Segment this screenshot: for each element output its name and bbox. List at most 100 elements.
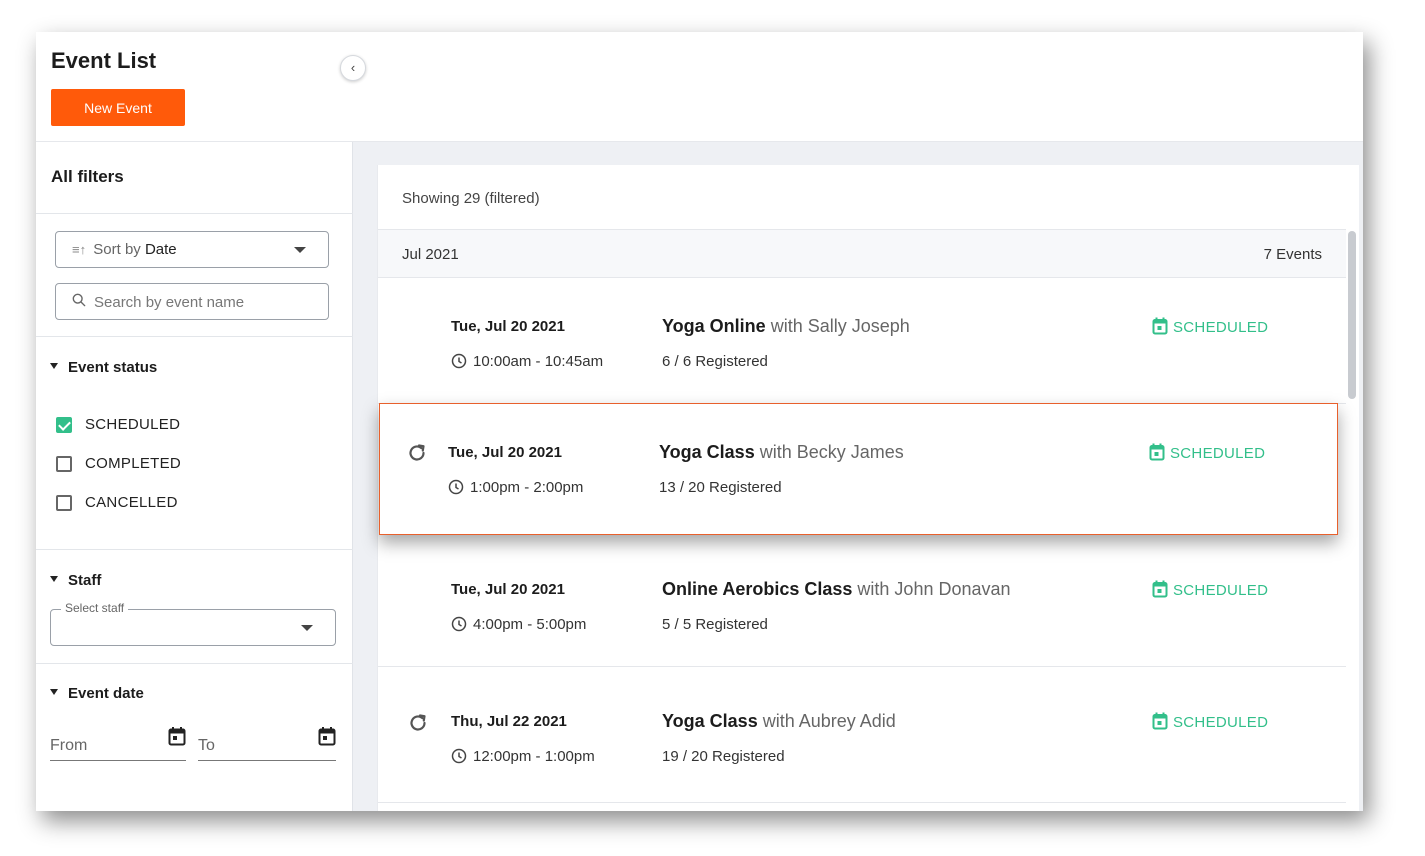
event-title-text: Yoga Class bbox=[659, 442, 755, 462]
event-title[interactable]: Yoga Class with Becky James bbox=[659, 442, 904, 463]
page-header: Event List New Event bbox=[36, 32, 1363, 142]
filters-sidebar: All filters ≡↑ Sort by Date Event status… bbox=[36, 142, 353, 811]
checkbox-unchecked-icon[interactable] bbox=[56, 495, 72, 511]
status-text: SCHEDULED bbox=[1170, 445, 1266, 462]
event-title[interactable]: Online Aerobics Class with John Donavan bbox=[662, 579, 1011, 600]
staff-toggle[interactable]: Staff bbox=[50, 572, 101, 589]
event-title-text: Yoga Online bbox=[662, 316, 766, 336]
event-date: Thu, Jul 22 2021 bbox=[451, 713, 567, 730]
event-time-text: 4:00pm - 5:00pm bbox=[473, 616, 587, 633]
date-from-placeholder: From bbox=[50, 737, 88, 754]
calendar-icon[interactable] bbox=[168, 726, 186, 746]
event-registered: 6 / 6 Registered bbox=[662, 353, 768, 370]
chevron-down-icon bbox=[294, 247, 306, 253]
repeat-icon bbox=[410, 714, 426, 731]
event-registered: 19 / 20 Registered bbox=[662, 748, 785, 765]
app-window: Event List New Event All filters ≡↑ Sort… bbox=[36, 32, 1363, 811]
event-instructor: with John Donavan bbox=[857, 579, 1011, 599]
calendar-icon bbox=[1149, 443, 1165, 461]
status-badge: SCHEDULED bbox=[1149, 443, 1265, 462]
status-badge: SCHEDULED bbox=[1152, 712, 1268, 731]
staff-select-legend: Select staff bbox=[61, 601, 129, 615]
event-title[interactable]: Yoga Class with Aubrey Adid bbox=[662, 711, 896, 732]
staff-label: Staff bbox=[68, 572, 102, 589]
divider bbox=[36, 549, 353, 550]
sort-select[interactable]: ≡↑ Sort by Date bbox=[55, 231, 329, 268]
event-registered: 13 / 20 Registered bbox=[659, 479, 782, 496]
filters-title: All filters bbox=[51, 167, 124, 186]
clock-icon bbox=[448, 479, 464, 495]
chevron-down-icon bbox=[301, 625, 313, 631]
date-to-placeholder: To bbox=[198, 737, 215, 754]
event-title-text: Yoga Class bbox=[662, 711, 758, 731]
date-to-input[interactable]: To bbox=[198, 727, 336, 761]
status-text: SCHEDULED bbox=[1173, 582, 1269, 599]
status-text: SCHEDULED bbox=[1173, 319, 1269, 336]
event-status-toggle[interactable]: Event status bbox=[50, 359, 157, 376]
scrollbar-thumb[interactable] bbox=[1348, 231, 1356, 399]
event-time: 10:00am - 10:45am bbox=[451, 353, 603, 370]
clock-icon bbox=[451, 616, 467, 632]
calendar-icon bbox=[1152, 317, 1168, 335]
calendar-icon bbox=[1152, 712, 1168, 730]
checkbox-unchecked-icon[interactable] bbox=[56, 456, 72, 472]
event-row-highlighted[interactable]: Tue, Jul 20 2021 1:00pm - 2:00pm Yoga Cl… bbox=[379, 403, 1338, 535]
status-badge: SCHEDULED bbox=[1152, 317, 1268, 336]
date-from-input[interactable]: From bbox=[50, 727, 186, 761]
event-time-text: 10:00am - 10:45am bbox=[473, 353, 604, 370]
calendar-icon[interactable] bbox=[318, 726, 336, 746]
calendar-icon bbox=[1152, 580, 1168, 598]
month-event-count: 7 Events bbox=[1263, 246, 1322, 263]
event-date: Tue, Jul 20 2021 bbox=[448, 444, 562, 461]
event-instructor: with Sally Joseph bbox=[770, 316, 910, 336]
event-registered: 5 / 5 Registered bbox=[662, 616, 768, 633]
staff-select[interactable]: Select staff bbox=[50, 601, 336, 646]
event-time: 12:00pm - 1:00pm bbox=[451, 748, 595, 765]
caret-down-icon bbox=[50, 689, 58, 696]
event-instructor: with Aubrey Adid bbox=[762, 711, 896, 731]
chevron-left-icon: ‹ bbox=[350, 60, 356, 75]
sort-icon: ≡↑ bbox=[72, 242, 87, 257]
checkbox-checked-icon[interactable] bbox=[56, 417, 72, 433]
caret-down-icon bbox=[50, 363, 58, 370]
event-time-text: 12:00pm - 1:00pm bbox=[473, 748, 595, 765]
event-date-toggle[interactable]: Event date bbox=[50, 685, 144, 702]
status-option-label: CANCELLED bbox=[85, 494, 178, 511]
event-row[interactable]: Tue, Jul 20 2021 10:00am - 10:45am Yoga … bbox=[378, 278, 1346, 404]
event-row[interactable]: Tue, Jul 20 2021 4:00pm - 5:00pm Online … bbox=[378, 541, 1346, 667]
event-time: 1:00pm - 2:00pm bbox=[448, 479, 583, 496]
divider bbox=[36, 663, 353, 664]
divider bbox=[36, 213, 353, 214]
event-row[interactable]: Thu, Jul 22 2021 12:00pm - 1:00pm Yoga C… bbox=[378, 673, 1346, 803]
clock-icon bbox=[451, 748, 467, 764]
status-text: SCHEDULED bbox=[1173, 714, 1269, 731]
event-date-label: Event date bbox=[68, 685, 144, 702]
results-count: Showing 29 (filtered) bbox=[402, 190, 540, 207]
search-icon bbox=[72, 293, 86, 307]
status-option-label: COMPLETED bbox=[85, 455, 182, 472]
month-header: Jul 2021 7 Events bbox=[378, 229, 1346, 278]
event-instructor: with Becky James bbox=[759, 442, 904, 462]
search-input[interactable] bbox=[94, 290, 314, 314]
event-date: Tue, Jul 20 2021 bbox=[451, 581, 565, 598]
event-title[interactable]: Yoga Online with Sally Joseph bbox=[662, 316, 910, 337]
event-time: 4:00pm - 5:00pm bbox=[451, 616, 586, 633]
repeat-icon bbox=[409, 444, 425, 461]
event-status-label: Event status bbox=[68, 359, 158, 376]
search-box[interactable] bbox=[55, 283, 329, 320]
event-time-text: 1:00pm - 2:00pm bbox=[470, 479, 584, 496]
sort-prefix: Sort by bbox=[93, 241, 141, 258]
sort-value: Date bbox=[144, 241, 177, 258]
status-badge: SCHEDULED bbox=[1152, 580, 1268, 599]
caret-down-icon bbox=[50, 576, 58, 583]
event-list-panel: Showing 29 (filtered) Jul 2021 7 Events … bbox=[377, 165, 1359, 811]
new-event-button[interactable]: New Event bbox=[51, 89, 185, 126]
clock-icon bbox=[451, 353, 467, 369]
divider bbox=[36, 336, 353, 337]
event-date: Tue, Jul 20 2021 bbox=[451, 318, 565, 335]
collapse-sidebar-button[interactable]: ‹ bbox=[340, 55, 366, 81]
event-title-text: Online Aerobics Class bbox=[662, 579, 853, 599]
page-title: Event List bbox=[51, 48, 157, 73]
month-label: Jul 2021 bbox=[402, 246, 459, 263]
status-option-label: SCHEDULED bbox=[85, 416, 181, 433]
